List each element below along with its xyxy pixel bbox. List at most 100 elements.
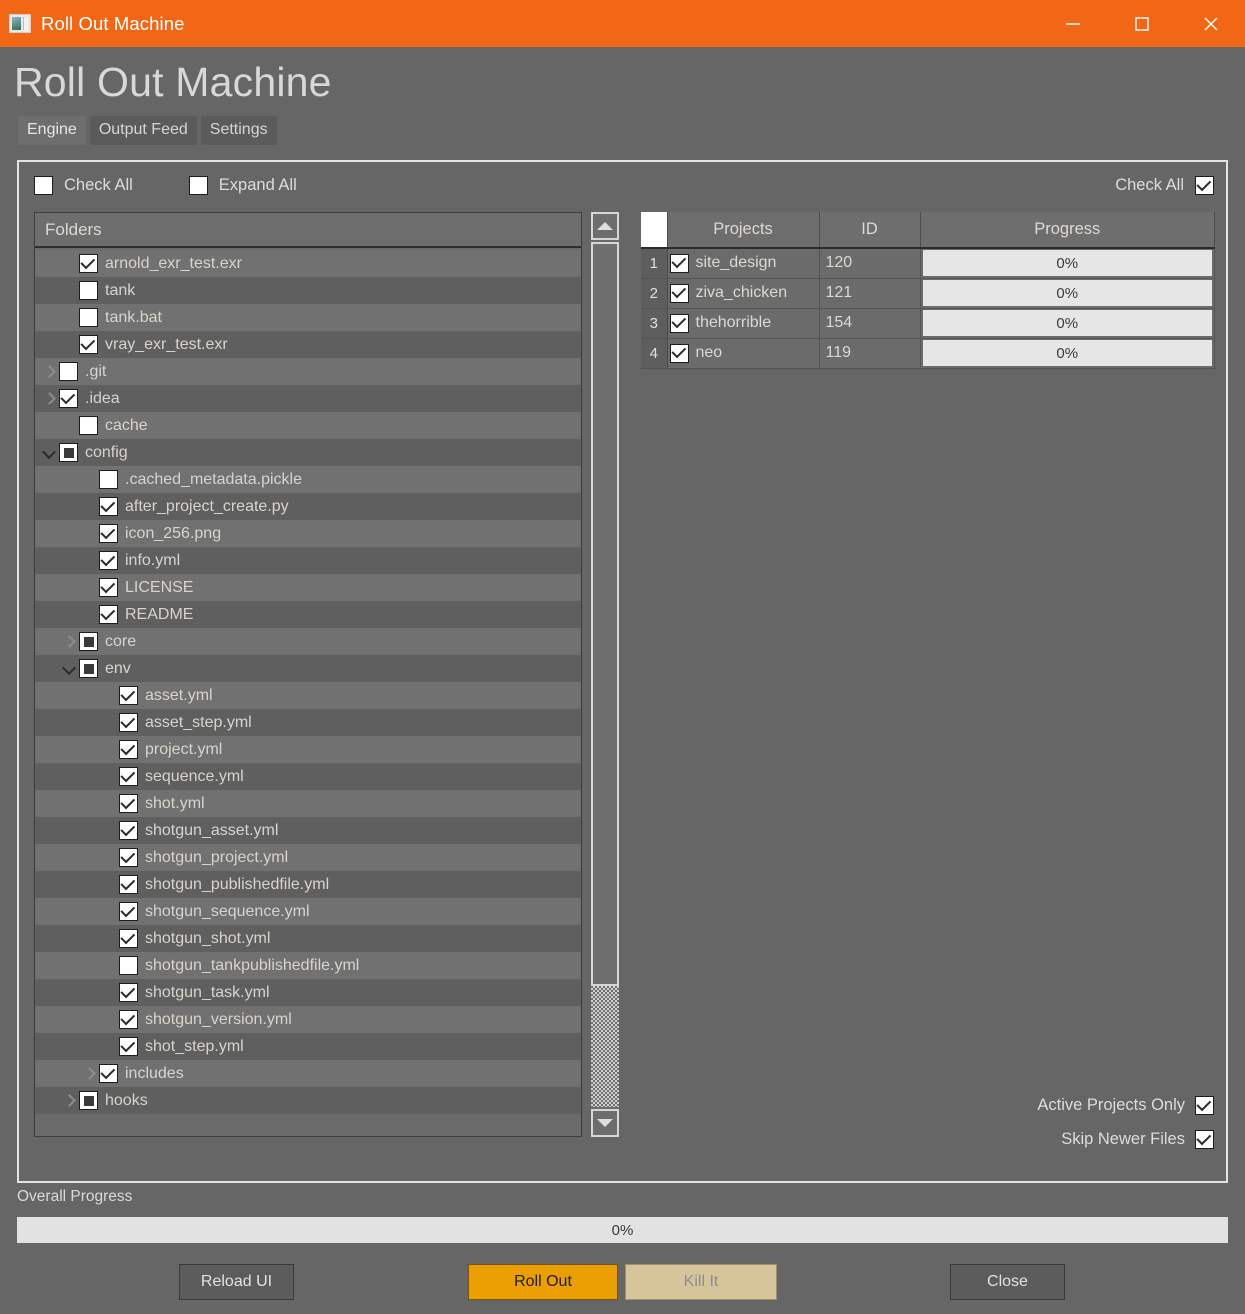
tree-row[interactable]: includes — [35, 1060, 581, 1087]
tree-row-checkbox[interactable] — [99, 578, 118, 597]
chevron-right-icon[interactable] — [81, 1066, 97, 1082]
tree-row[interactable]: arnold_exr_test.exr — [35, 250, 581, 277]
tree-row[interactable]: project.yml — [35, 736, 581, 763]
tree-row-checkbox[interactable] — [119, 821, 138, 840]
table-row[interactable]: 2 ziva_chicken 121 0% — [641, 278, 1215, 309]
tree-row-checkbox[interactable] — [119, 713, 138, 732]
column-header-projects[interactable]: Projects — [667, 212, 820, 249]
tree-row-checkbox[interactable] — [119, 767, 138, 786]
scroll-down-arrow-icon[interactable] — [591, 1109, 619, 1137]
tree-row[interactable]: config — [35, 439, 581, 466]
active-projects-only-checkbox[interactable] — [1195, 1096, 1214, 1115]
tree-row[interactable]: shotgun_version.yml — [35, 1006, 581, 1033]
tree-row[interactable]: icon_256.png — [35, 520, 581, 547]
tree-row[interactable]: shotgun_publishedfile.yml — [35, 871, 581, 898]
tree-row-checkbox[interactable] — [119, 875, 138, 894]
tree-row[interactable]: shotgun_tankpublishedfile.yml — [35, 952, 581, 979]
chevron-right-icon[interactable] — [41, 364, 57, 380]
tree-row-checkbox[interactable] — [99, 497, 118, 516]
table-corner-cell[interactable] — [641, 212, 668, 249]
tree-row-checkbox[interactable] — [79, 1091, 98, 1110]
check-all-checkbox[interactable] — [34, 176, 53, 195]
tree-row-checkbox[interactable] — [59, 362, 78, 381]
tree-row-checkbox[interactable] — [119, 1010, 138, 1029]
project-row-checkbox[interactable] — [669, 343, 689, 363]
tree-row-checkbox[interactable] — [79, 335, 98, 354]
tree-row-checkbox[interactable] — [119, 848, 138, 867]
tree-row-checkbox[interactable] — [79, 416, 98, 435]
tree-row-checkbox[interactable] — [59, 443, 78, 462]
tree-row-checkbox[interactable] — [119, 1037, 138, 1056]
tab-settings[interactable]: Settings — [200, 116, 277, 146]
tree-row[interactable]: env — [35, 655, 581, 682]
tree-row-checkbox[interactable] — [79, 281, 98, 300]
project-name-cell[interactable]: site_design — [667, 248, 820, 279]
tree-row-checkbox[interactable] — [119, 686, 138, 705]
project-name-cell[interactable]: thehorrible — [667, 308, 820, 339]
tree-row[interactable]: asset.yml — [35, 682, 581, 709]
kill-it-button[interactable]: Kill It — [625, 1264, 777, 1300]
tree-row[interactable]: info.yml — [35, 547, 581, 574]
tree-row-checkbox[interactable] — [99, 524, 118, 543]
tree-row-checkbox[interactable] — [79, 308, 98, 327]
chevron-down-icon[interactable] — [41, 445, 57, 461]
tree-row[interactable]: .cached_metadata.pickle — [35, 466, 581, 493]
roll-out-button[interactable]: Roll Out — [468, 1264, 618, 1300]
folders-tree[interactable]: Folders arnold_exr_test.exr tank tank.bat v… — [34, 212, 582, 1137]
tree-row[interactable]: README — [35, 601, 581, 628]
tree-row[interactable]: sequence.yml — [35, 763, 581, 790]
column-header-id[interactable]: ID — [819, 212, 921, 249]
tree-row[interactable]: LICENSE — [35, 574, 581, 601]
chevron-down-icon[interactable] — [61, 661, 77, 677]
tab-output-feed[interactable]: Output Feed — [89, 116, 197, 146]
skip-newer-files-checkbox[interactable] — [1195, 1130, 1214, 1149]
scrollbar-track[interactable] — [591, 242, 619, 1107]
tree-row[interactable]: asset_step.yml — [35, 709, 581, 736]
tree-row-checkbox[interactable] — [119, 956, 138, 975]
table-row[interactable]: 1 site_design 120 0% — [641, 248, 1215, 279]
close-button[interactable]: Close — [950, 1264, 1065, 1300]
close-icon[interactable] — [1176, 0, 1245, 47]
expand-all-checkbox[interactable] — [188, 176, 208, 195]
tab-engine[interactable]: Engine — [18, 116, 86, 146]
tree-row-checkbox[interactable] — [99, 1064, 118, 1083]
project-row-checkbox[interactable] — [669, 283, 689, 303]
tree-row[interactable]: vray_exr_test.exr — [35, 331, 581, 358]
project-name-cell[interactable]: ziva_chicken — [667, 278, 820, 309]
project-name-cell[interactable]: neo — [667, 338, 820, 369]
column-header-progress[interactable]: Progress — [920, 212, 1215, 249]
scrollbar-handle[interactable] — [591, 242, 619, 986]
tree-row[interactable]: shotgun_asset.yml — [35, 817, 581, 844]
tree-row-checkbox[interactable] — [79, 254, 98, 273]
tree-row-checkbox[interactable] — [119, 902, 138, 921]
tree-row[interactable]: after_project_create.py — [35, 493, 581, 520]
tree-row-checkbox[interactable] — [99, 605, 118, 624]
tree-row[interactable]: .git — [35, 358, 581, 385]
tree-row[interactable]: hooks — [35, 1087, 581, 1114]
tree-row-checkbox[interactable] — [99, 551, 118, 570]
projects-check-all-checkbox[interactable] — [1195, 176, 1214, 195]
tree-row[interactable]: tank — [35, 277, 581, 304]
minimize-icon[interactable] — [1038, 0, 1107, 47]
tree-row[interactable]: shotgun_project.yml — [35, 844, 581, 871]
tree-row-checkbox[interactable] — [79, 659, 98, 678]
tree-row[interactable]: shot_step.yml — [35, 1033, 581, 1060]
tree-vertical-scrollbar[interactable] — [591, 212, 619, 1137]
chevron-right-icon[interactable] — [41, 391, 57, 407]
tree-row-checkbox[interactable] — [119, 929, 138, 948]
chevron-right-icon[interactable] — [61, 1093, 77, 1109]
tree-row-checkbox[interactable] — [119, 740, 138, 759]
tree-row[interactable]: shotgun_shot.yml — [35, 925, 581, 952]
chevron-right-icon[interactable] — [61, 634, 77, 650]
tree-row-checkbox[interactable] — [119, 794, 138, 813]
tree-row[interactable]: shotgun_sequence.yml — [35, 898, 581, 925]
tree-row[interactable]: .idea — [35, 385, 581, 412]
reload-ui-button[interactable]: Reload UI — [179, 1264, 294, 1300]
tree-row[interactable]: tank.bat — [35, 304, 581, 331]
tree-row-checkbox[interactable] — [99, 470, 118, 489]
table-row[interactable]: 4 neo 119 0% — [641, 338, 1215, 369]
scroll-up-arrow-icon[interactable] — [591, 212, 619, 240]
tree-row[interactable]: shot.yml — [35, 790, 581, 817]
tree-row[interactable]: core — [35, 628, 581, 655]
table-row[interactable]: 3 thehorrible 154 0% — [641, 308, 1215, 339]
